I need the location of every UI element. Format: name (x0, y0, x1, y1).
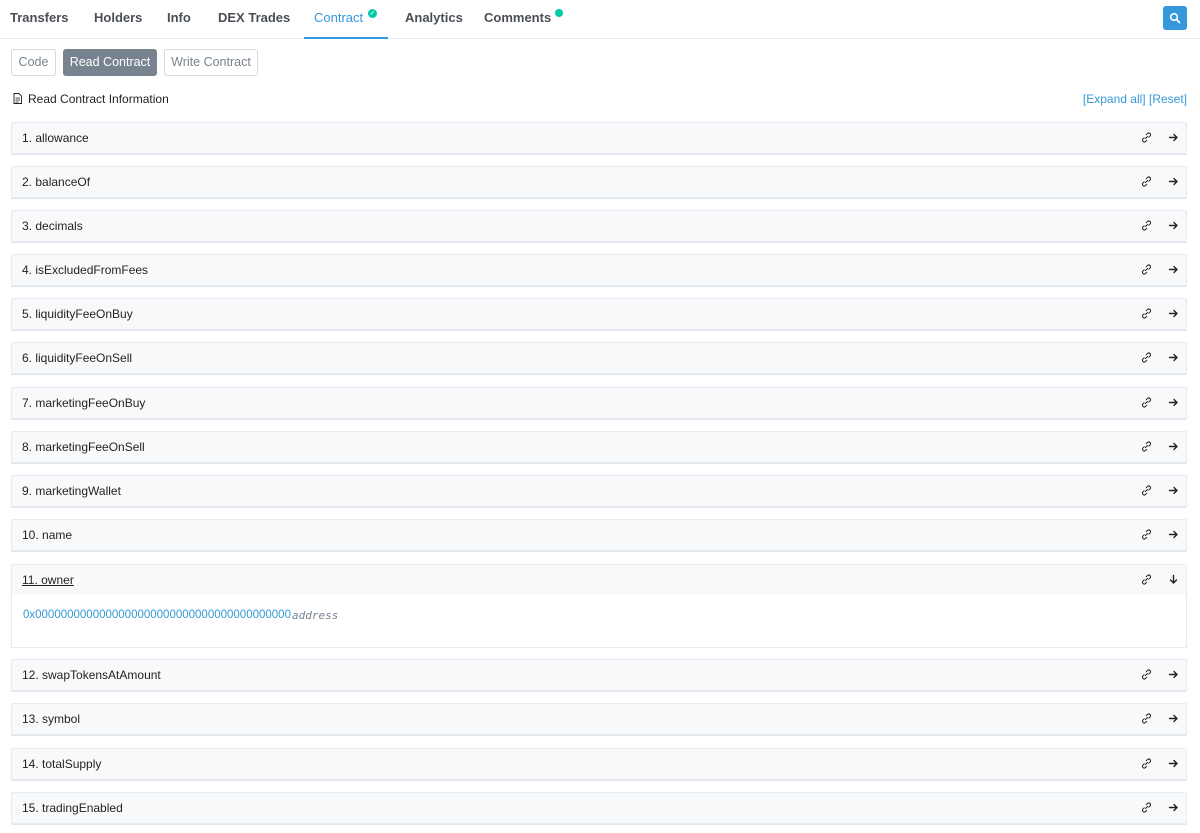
arrow-right-icon[interactable] (1168, 669, 1179, 680)
link-icon[interactable] (1141, 308, 1152, 319)
link-icon[interactable] (1141, 713, 1152, 724)
link-icon[interactable] (1141, 574, 1152, 585)
function-row-decimals[interactable]: 3. decimals (11, 210, 1187, 242)
code-button[interactable]: Code (11, 49, 56, 76)
function-label: 6. liquidityFeeOnSell (22, 351, 133, 365)
function-row-marketingfeeonsell[interactable]: 8. marketingFeeOnSell (11, 431, 1187, 463)
arrow-right-icon[interactable] (1168, 397, 1179, 408)
tab-contract[interactable]: Contract ✓ (304, 0, 388, 39)
link-icon[interactable] (1141, 264, 1152, 275)
link-icon[interactable] (1141, 220, 1152, 231)
search-button[interactable] (1163, 6, 1187, 30)
tab-comments[interactable]: Comments (484, 0, 566, 39)
owner-return-type: address (292, 609, 339, 622)
arrow-right-icon[interactable] (1168, 529, 1179, 540)
function-row-tradingenabled[interactable]: 15. tradingEnabled (11, 792, 1187, 824)
function-row-owner[interactable]: 11. owner (11, 564, 1187, 596)
tab-holders[interactable]: Holders (94, 0, 142, 39)
expand-all-link[interactable]: [Expand all] (1083, 92, 1146, 106)
function-label: 7. marketingFeeOnBuy (22, 396, 146, 410)
arrow-right-icon[interactable] (1168, 308, 1179, 319)
arrow-right-icon[interactable] (1168, 176, 1179, 187)
tab-label: Analytics (405, 10, 463, 25)
function-row-marketingwallet[interactable]: 9. marketingWallet (11, 475, 1187, 507)
arrow-right-icon[interactable] (1168, 713, 1179, 724)
read-contract-button[interactable]: Read Contract (63, 49, 157, 76)
function-label: 9. marketingWallet (22, 484, 121, 498)
arrow-right-icon[interactable] (1168, 132, 1179, 143)
verified-check-icon: ✓ (368, 9, 377, 18)
function-row-liquidityfeeonbuy[interactable]: 5. liquidityFeeOnBuy (11, 298, 1187, 330)
tab-label: Comments (484, 10, 552, 25)
tab-label: DEX Trades (218, 10, 291, 25)
function-row-totalsupply[interactable]: 14. totalSupply (11, 748, 1187, 780)
function-row-allowance[interactable]: 1. allowance (11, 122, 1187, 154)
arrow-right-icon[interactable] (1168, 758, 1179, 769)
link-icon[interactable] (1141, 758, 1152, 769)
function-label: 8. marketingFeeOnSell (22, 440, 145, 454)
search-icon (1169, 12, 1181, 24)
function-label: 13. symbol (22, 712, 81, 726)
reset-link[interactable]: [Reset] (1149, 92, 1187, 106)
link-icon[interactable] (1141, 397, 1152, 408)
notification-dot-icon (555, 9, 563, 17)
expand-reset-links: [Expand all] [Reset] (1083, 92, 1187, 106)
arrow-right-icon[interactable] (1168, 220, 1179, 231)
arrow-right-icon[interactable] (1168, 441, 1179, 452)
tab-dex-trades[interactable]: DEX Trades (218, 0, 290, 39)
function-label: 11. owner (22, 573, 74, 587)
arrow-right-icon[interactable] (1168, 264, 1179, 275)
tab-info[interactable]: Info (167, 0, 191, 39)
link-icon[interactable] (1141, 669, 1152, 680)
tab-bar: Transfers Holders Info DEX Trades Contra… (0, 0, 1200, 39)
function-row-liquidityfeeonsell[interactable]: 6. liquidityFeeOnSell (11, 342, 1187, 374)
function-label: 1. allowance (22, 131, 89, 145)
link-icon[interactable] (1141, 529, 1152, 540)
function-row-isexcludedfromfees[interactable]: 4. isExcludedFromFees (11, 254, 1187, 286)
function-row-symbol[interactable]: 13. symbol (11, 703, 1187, 735)
function-label: 4. isExcludedFromFees (22, 263, 149, 277)
function-row-name[interactable]: 10. name (11, 519, 1187, 551)
function-label: 15. tradingEnabled (22, 801, 123, 815)
tab-label: Contract (314, 10, 364, 25)
arrow-right-icon[interactable] (1168, 802, 1179, 813)
function-label: 12. swapTokensAtAmount (22, 668, 161, 682)
tab-label: Info (167, 10, 191, 25)
arrow-down-icon[interactable] (1168, 574, 1179, 585)
function-label: 2. balanceOf (22, 175, 91, 189)
link-icon[interactable] (1141, 802, 1152, 813)
link-icon[interactable] (1141, 441, 1152, 452)
document-icon (13, 93, 22, 104)
owner-result-panel: 0x00000000000000000000000000000000000000… (11, 595, 1187, 648)
link-icon[interactable] (1141, 176, 1152, 187)
arrow-right-icon[interactable] (1168, 485, 1179, 496)
function-row-swaptokensatamount[interactable]: 12. swapTokensAtAmount (11, 659, 1187, 691)
arrow-right-icon[interactable] (1168, 352, 1179, 363)
tab-label: Holders (94, 10, 143, 25)
link-icon[interactable] (1141, 485, 1152, 496)
function-label: 14. totalSupply (22, 757, 102, 771)
tab-label: Transfers (10, 10, 69, 25)
link-icon[interactable] (1141, 132, 1152, 143)
function-label: 5. liquidityFeeOnBuy (22, 307, 133, 321)
section-title: Read Contract Information (28, 92, 169, 106)
tab-analytics[interactable]: Analytics (405, 0, 463, 39)
owner-address-link[interactable]: 0x00000000000000000000000000000000000000… (23, 609, 291, 621)
function-label: 10. name (22, 528, 73, 542)
tab-transfers[interactable]: Transfers (10, 0, 69, 39)
function-label: 3. decimals (22, 219, 83, 233)
function-row-marketingfeeonbuy[interactable]: 7. marketingFeeOnBuy (11, 387, 1187, 419)
write-contract-button[interactable]: Write Contract (164, 49, 258, 76)
link-icon[interactable] (1141, 352, 1152, 363)
function-row-balanceof[interactable]: 2. balanceOf (11, 166, 1187, 198)
